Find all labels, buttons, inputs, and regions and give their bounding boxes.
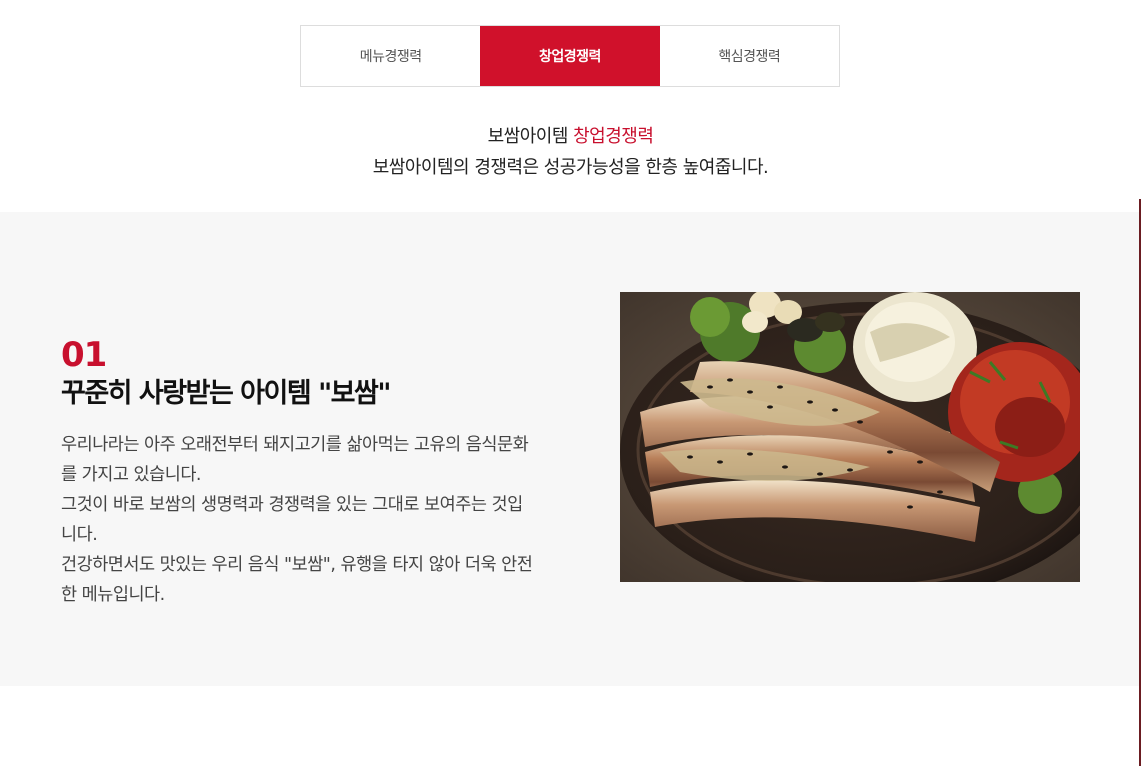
intro-title-accent: 창업경쟁력 (573, 126, 654, 147)
intro-title: 보쌈아이템 창업경쟁력 (0, 123, 1141, 151)
feature-text-block: 01 꾸준히 사랑받는 아이템 "보쌈" 우리나라는 아주 오래전부터 돼지고기… (61, 336, 606, 610)
bossam-dish-illustration (620, 292, 1080, 582)
tab-bar: 메뉴경쟁력 창업경쟁력 핵심경쟁력 (300, 25, 840, 87)
tab-menu-competitiveness[interactable]: 메뉴경쟁력 (301, 26, 480, 86)
feature-description: 우리나라는 아주 오래전부터 돼지고기를 삶아먹는 고유의 음식문화 를 가지고… (61, 430, 606, 610)
feature-line: 우리나라는 아주 오래전부터 돼지고기를 삶아먹는 고유의 음식문화 (61, 435, 529, 455)
tab-core-competitiveness[interactable]: 핵심경쟁력 (660, 26, 839, 86)
feature-number: 01 (61, 335, 107, 375)
feature-line: 니다. (61, 525, 98, 545)
feature-line: 를 가지고 있습니다. (61, 465, 202, 485)
tab-startup-competitiveness[interactable]: 창업경쟁력 (480, 26, 660, 86)
bossam-dish-photo (620, 292, 1080, 582)
intro-subtitle: 보쌈아이템의 경쟁력은 성공가능성을 한층 높여줍니다. (372, 157, 769, 178)
intro-heading: 보쌈아이템 창업경쟁력 보쌈아이템의 경쟁력은 성공가능성을 한층 높여줍니다. (0, 123, 1141, 185)
feature-line: 한 메뉴입니다. (61, 585, 165, 605)
feature-line: 그것이 바로 보쌈의 생명력과 경쟁력을 있는 그대로 보여주는 것입 (61, 495, 523, 515)
feature-title: 꾸준히 사랑받는 아이템 "보쌈" (61, 378, 391, 409)
feature-line: 건강하면서도 맛있는 우리 음식 "보쌈", 유행을 타지 않아 더욱 안전 (61, 555, 533, 575)
intro-title-prefix: 보쌈아이템 (487, 126, 574, 147)
